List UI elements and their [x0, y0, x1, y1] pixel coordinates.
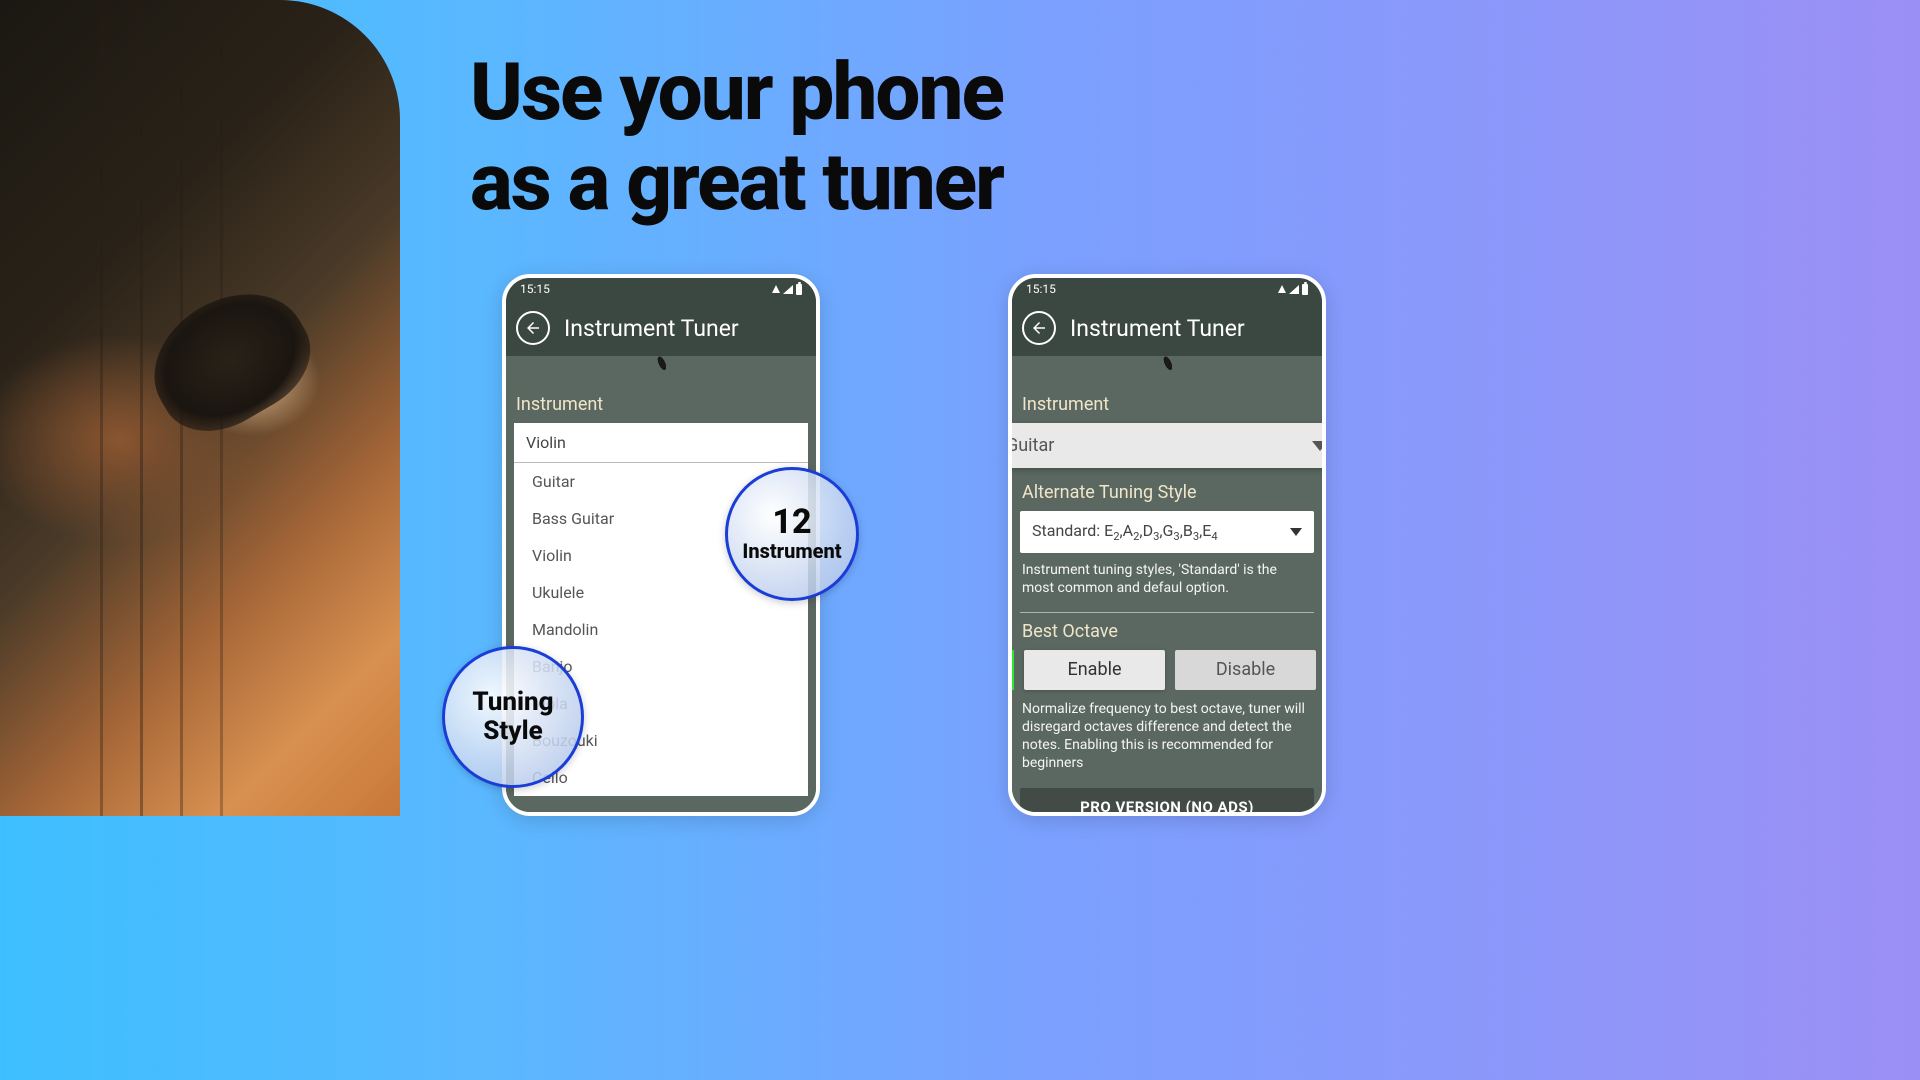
- arrow-left-icon: [1030, 319, 1048, 337]
- disable-button[interactable]: Disable: [1175, 650, 1316, 690]
- arrow-left-icon: [524, 319, 542, 337]
- status-time: 15:15: [520, 282, 550, 296]
- toggle-active-indicator: [1012, 650, 1014, 690]
- phone-mockup-tuning-settings: 15:15 Instrument Tuner Instrument Guitar…: [1008, 274, 1326, 816]
- pro-version-banner[interactable]: PRO VERSION (NO ADS): [1020, 788, 1314, 812]
- app-bar: Instrument Tuner: [1012, 300, 1322, 356]
- divider: [1020, 612, 1314, 613]
- best-octave-toggle: Enable Disable: [1012, 650, 1316, 690]
- chevron-down-icon: [1312, 441, 1322, 451]
- callout-number: 12: [772, 505, 811, 539]
- status-bar: 15:15: [506, 278, 816, 300]
- enable-button[interactable]: Enable: [1024, 650, 1165, 690]
- list-item[interactable]: Mandolin: [514, 611, 808, 648]
- callout-label: Instrument: [742, 539, 841, 563]
- headline: Use your phoneas a great tuner: [470, 48, 1003, 227]
- back-button[interactable]: [516, 311, 550, 345]
- instrument-section-label: Instrument: [1020, 388, 1314, 423]
- screen-body: Instrument Guitar Alternate Tuning Style…: [1012, 388, 1322, 812]
- status-icons: [1278, 284, 1308, 295]
- best-octave-description: Normalize frequency to best octave, tune…: [1020, 698, 1314, 783]
- back-button[interactable]: [1022, 311, 1056, 345]
- instrument-select-value: Guitar: [1012, 435, 1054, 456]
- status-bar: 15:15: [1012, 278, 1322, 300]
- app-bar: Instrument Tuner: [506, 300, 816, 356]
- hero-photo: [0, 0, 400, 816]
- signal-icon: [783, 285, 793, 294]
- status-icons: [772, 284, 802, 295]
- tuner-needle-strip: [506, 356, 816, 388]
- tuning-style-description: Instrument tuning styles, 'Standard' is …: [1020, 559, 1314, 607]
- callout-instrument-count: 12 Instrument: [725, 467, 859, 601]
- tuning-style-select[interactable]: Standard: E2,A2,D3,G3,B3,E4: [1020, 511, 1314, 553]
- instrument-selected-value[interactable]: Violin: [514, 423, 808, 463]
- callout-tuning-style: Tuning Style: [442, 646, 584, 788]
- battery-icon: [1302, 284, 1308, 295]
- instrument-select[interactable]: Guitar: [1012, 423, 1322, 468]
- battery-icon: [796, 284, 802, 295]
- tuner-needle-strip: [1012, 356, 1322, 388]
- callout-line: Style: [483, 717, 542, 746]
- wifi-icon: [772, 285, 780, 293]
- wifi-icon: [1278, 285, 1286, 293]
- instrument-section-label: Instrument: [514, 388, 808, 423]
- chevron-down-icon: [1290, 528, 1302, 536]
- app-bar-title: Instrument Tuner: [564, 315, 739, 342]
- app-bar-title: Instrument Tuner: [1070, 315, 1245, 342]
- tuning-style-value: Standard: E2,A2,D3,G3,B3,E4: [1032, 521, 1218, 543]
- alternate-tuning-label: Alternate Tuning Style: [1020, 468, 1314, 511]
- best-octave-label: Best Octave: [1020, 621, 1314, 650]
- status-time: 15:15: [1026, 282, 1056, 296]
- signal-icon: [1289, 285, 1299, 294]
- callout-line: Tuning: [472, 688, 553, 717]
